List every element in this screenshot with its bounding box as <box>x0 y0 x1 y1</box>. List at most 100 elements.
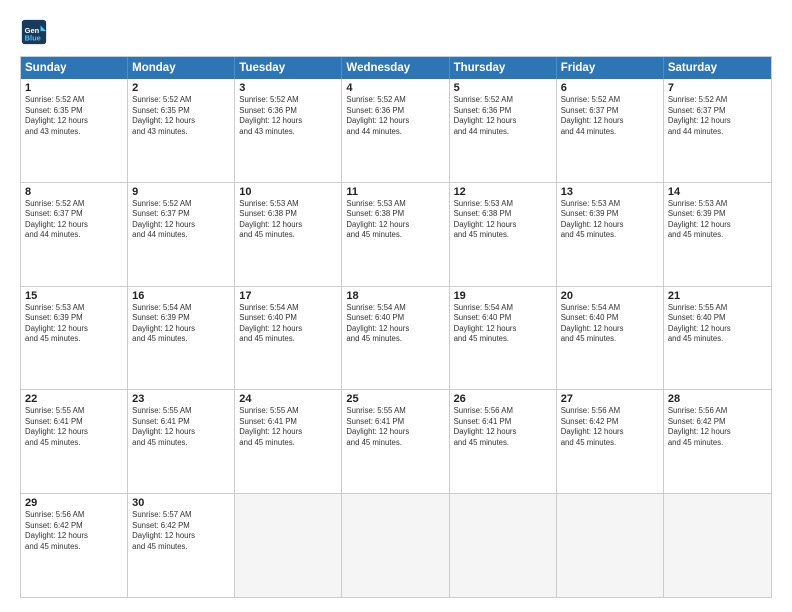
day-number: 16 <box>132 290 230 302</box>
day-info: Sunrise: 5:54 AM Sunset: 6:40 PM Dayligh… <box>561 303 659 345</box>
day-info: Sunrise: 5:53 AM Sunset: 6:39 PM Dayligh… <box>25 303 123 345</box>
day-header-thursday: Thursday <box>450 57 557 79</box>
day-number: 4 <box>346 82 444 94</box>
day-info: Sunrise: 5:52 AM Sunset: 6:35 PM Dayligh… <box>25 95 123 137</box>
day-number: 20 <box>561 290 659 302</box>
day-cell-20: 20Sunrise: 5:54 AM Sunset: 6:40 PM Dayli… <box>557 287 664 390</box>
day-info: Sunrise: 5:54 AM Sunset: 6:40 PM Dayligh… <box>239 303 337 345</box>
day-info: Sunrise: 5:55 AM Sunset: 6:40 PM Dayligh… <box>668 303 767 345</box>
day-number: 27 <box>561 393 659 405</box>
day-cell-24: 24Sunrise: 5:55 AM Sunset: 6:41 PM Dayli… <box>235 390 342 493</box>
day-info: Sunrise: 5:56 AM Sunset: 6:42 PM Dayligh… <box>561 406 659 448</box>
day-number: 1 <box>25 82 123 94</box>
day-cell-11: 11Sunrise: 5:53 AM Sunset: 6:38 PM Dayli… <box>342 183 449 286</box>
empty-cell <box>342 494 449 597</box>
empty-cell <box>557 494 664 597</box>
day-cell-18: 18Sunrise: 5:54 AM Sunset: 6:40 PM Dayli… <box>342 287 449 390</box>
day-cell-8: 8Sunrise: 5:52 AM Sunset: 6:37 PM Daylig… <box>21 183 128 286</box>
day-cell-1: 1Sunrise: 5:52 AM Sunset: 6:35 PM Daylig… <box>21 79 128 182</box>
day-cell-17: 17Sunrise: 5:54 AM Sunset: 6:40 PM Dayli… <box>235 287 342 390</box>
day-header-sunday: Sunday <box>21 57 128 79</box>
day-number: 12 <box>454 186 552 198</box>
day-number: 11 <box>346 186 444 198</box>
day-number: 18 <box>346 290 444 302</box>
svg-text:Blue: Blue <box>25 33 41 42</box>
day-number: 28 <box>668 393 767 405</box>
calendar-header: SundayMondayTuesdayWednesdayThursdayFrid… <box>21 57 771 79</box>
day-info: Sunrise: 5:56 AM Sunset: 6:42 PM Dayligh… <box>668 406 767 448</box>
day-info: Sunrise: 5:53 AM Sunset: 6:38 PM Dayligh… <box>346 199 444 241</box>
day-number: 5 <box>454 82 552 94</box>
day-cell-26: 26Sunrise: 5:56 AM Sunset: 6:41 PM Dayli… <box>450 390 557 493</box>
day-info: Sunrise: 5:52 AM Sunset: 6:37 PM Dayligh… <box>132 199 230 241</box>
day-cell-22: 22Sunrise: 5:55 AM Sunset: 6:41 PM Dayli… <box>21 390 128 493</box>
day-number: 30 <box>132 497 230 509</box>
day-cell-23: 23Sunrise: 5:55 AM Sunset: 6:41 PM Dayli… <box>128 390 235 493</box>
day-info: Sunrise: 5:56 AM Sunset: 6:42 PM Dayligh… <box>25 510 123 552</box>
day-number: 7 <box>668 82 767 94</box>
day-info: Sunrise: 5:52 AM Sunset: 6:35 PM Dayligh… <box>132 95 230 137</box>
day-number: 8 <box>25 186 123 198</box>
day-number: 10 <box>239 186 337 198</box>
day-info: Sunrise: 5:53 AM Sunset: 6:39 PM Dayligh… <box>561 199 659 241</box>
day-info: Sunrise: 5:53 AM Sunset: 6:38 PM Dayligh… <box>454 199 552 241</box>
empty-cell <box>664 494 771 597</box>
day-cell-21: 21Sunrise: 5:55 AM Sunset: 6:40 PM Dayli… <box>664 287 771 390</box>
day-info: Sunrise: 5:52 AM Sunset: 6:36 PM Dayligh… <box>239 95 337 137</box>
logo-icon: Gen Blue <box>20 18 48 46</box>
day-cell-7: 7Sunrise: 5:52 AM Sunset: 6:37 PM Daylig… <box>664 79 771 182</box>
day-number: 14 <box>668 186 767 198</box>
day-header-wednesday: Wednesday <box>342 57 449 79</box>
calendar-week-4: 22Sunrise: 5:55 AM Sunset: 6:41 PM Dayli… <box>21 389 771 493</box>
day-info: Sunrise: 5:52 AM Sunset: 6:36 PM Dayligh… <box>346 95 444 137</box>
day-cell-9: 9Sunrise: 5:52 AM Sunset: 6:37 PM Daylig… <box>128 183 235 286</box>
day-cell-4: 4Sunrise: 5:52 AM Sunset: 6:36 PM Daylig… <box>342 79 449 182</box>
day-header-friday: Friday <box>557 57 664 79</box>
day-cell-6: 6Sunrise: 5:52 AM Sunset: 6:37 PM Daylig… <box>557 79 664 182</box>
day-number: 23 <box>132 393 230 405</box>
calendar-week-1: 1Sunrise: 5:52 AM Sunset: 6:35 PM Daylig… <box>21 79 771 182</box>
page: Gen Blue SundayMondayTuesdayWednesdayThu… <box>0 0 792 612</box>
day-cell-15: 15Sunrise: 5:53 AM Sunset: 6:39 PM Dayli… <box>21 287 128 390</box>
day-cell-5: 5Sunrise: 5:52 AM Sunset: 6:36 PM Daylig… <box>450 79 557 182</box>
day-info: Sunrise: 5:53 AM Sunset: 6:39 PM Dayligh… <box>668 199 767 241</box>
day-cell-14: 14Sunrise: 5:53 AM Sunset: 6:39 PM Dayli… <box>664 183 771 286</box>
day-number: 24 <box>239 393 337 405</box>
day-cell-12: 12Sunrise: 5:53 AM Sunset: 6:38 PM Dayli… <box>450 183 557 286</box>
calendar-body: 1Sunrise: 5:52 AM Sunset: 6:35 PM Daylig… <box>21 79 771 597</box>
day-number: 6 <box>561 82 659 94</box>
day-info: Sunrise: 5:52 AM Sunset: 6:36 PM Dayligh… <box>454 95 552 137</box>
day-info: Sunrise: 5:55 AM Sunset: 6:41 PM Dayligh… <box>346 406 444 448</box>
day-info: Sunrise: 5:54 AM Sunset: 6:40 PM Dayligh… <box>346 303 444 345</box>
calendar: SundayMondayTuesdayWednesdayThursdayFrid… <box>20 56 772 598</box>
day-cell-19: 19Sunrise: 5:54 AM Sunset: 6:40 PM Dayli… <box>450 287 557 390</box>
day-cell-3: 3Sunrise: 5:52 AM Sunset: 6:36 PM Daylig… <box>235 79 342 182</box>
day-cell-10: 10Sunrise: 5:53 AM Sunset: 6:38 PM Dayli… <box>235 183 342 286</box>
day-header-monday: Monday <box>128 57 235 79</box>
day-cell-25: 25Sunrise: 5:55 AM Sunset: 6:41 PM Dayli… <box>342 390 449 493</box>
day-info: Sunrise: 5:55 AM Sunset: 6:41 PM Dayligh… <box>25 406 123 448</box>
day-header-tuesday: Tuesday <box>235 57 342 79</box>
day-cell-2: 2Sunrise: 5:52 AM Sunset: 6:35 PM Daylig… <box>128 79 235 182</box>
day-number: 17 <box>239 290 337 302</box>
day-info: Sunrise: 5:54 AM Sunset: 6:39 PM Dayligh… <box>132 303 230 345</box>
calendar-week-2: 8Sunrise: 5:52 AM Sunset: 6:37 PM Daylig… <box>21 182 771 286</box>
logo: Gen Blue <box>20 18 52 46</box>
day-info: Sunrise: 5:52 AM Sunset: 6:37 PM Dayligh… <box>668 95 767 137</box>
empty-cell <box>235 494 342 597</box>
day-info: Sunrise: 5:57 AM Sunset: 6:42 PM Dayligh… <box>132 510 230 552</box>
calendar-week-3: 15Sunrise: 5:53 AM Sunset: 6:39 PM Dayli… <box>21 286 771 390</box>
day-cell-30: 30Sunrise: 5:57 AM Sunset: 6:42 PM Dayli… <box>128 494 235 597</box>
day-number: 19 <box>454 290 552 302</box>
day-info: Sunrise: 5:55 AM Sunset: 6:41 PM Dayligh… <box>239 406 337 448</box>
header: Gen Blue <box>20 18 772 46</box>
day-number: 15 <box>25 290 123 302</box>
day-cell-28: 28Sunrise: 5:56 AM Sunset: 6:42 PM Dayli… <box>664 390 771 493</box>
day-number: 22 <box>25 393 123 405</box>
day-number: 29 <box>25 497 123 509</box>
empty-cell <box>450 494 557 597</box>
day-info: Sunrise: 5:52 AM Sunset: 6:37 PM Dayligh… <box>25 199 123 241</box>
day-number: 26 <box>454 393 552 405</box>
day-cell-13: 13Sunrise: 5:53 AM Sunset: 6:39 PM Dayli… <box>557 183 664 286</box>
day-info: Sunrise: 5:55 AM Sunset: 6:41 PM Dayligh… <box>132 406 230 448</box>
